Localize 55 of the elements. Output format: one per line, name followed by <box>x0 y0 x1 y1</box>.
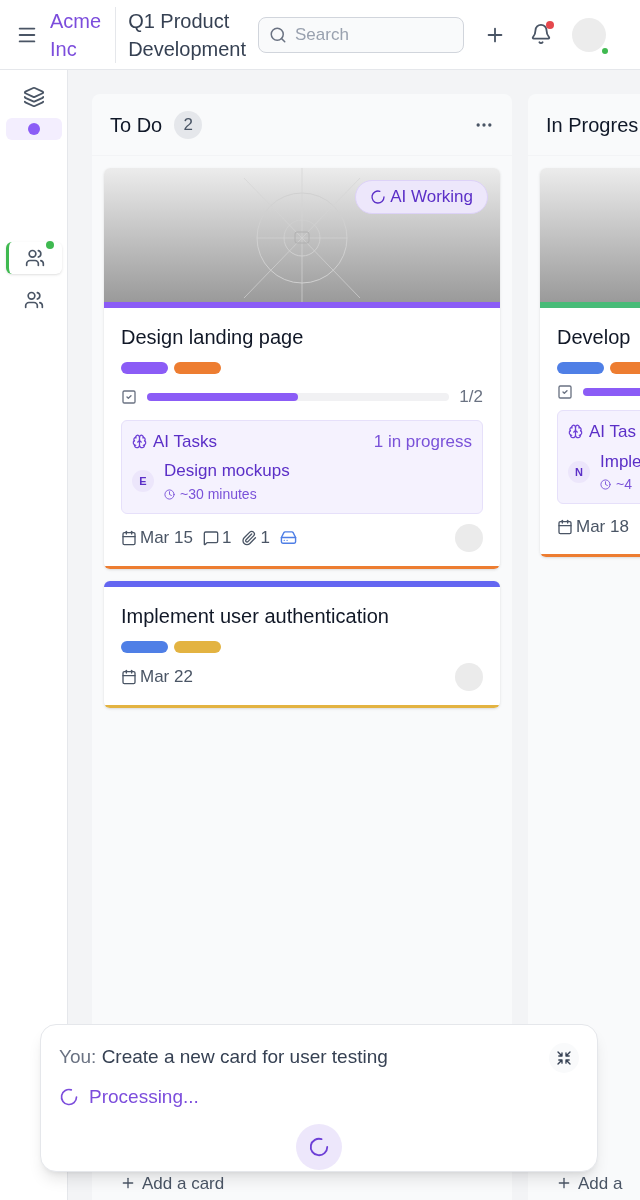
ai-working-badge: AI Working <box>355 180 488 214</box>
ai-task-name: Design mockups <box>164 460 290 482</box>
loading-indicator <box>296 1123 342 1170</box>
search-input[interactable]: Search <box>294 21 453 48</box>
paperclip-icon <box>241 529 258 546</box>
add-card-button[interactable]: Add a <box>528 1170 640 1200</box>
checklist-icon <box>121 388 137 405</box>
ai-task-name: Imple <box>600 450 640 473</box>
layers-icon[interactable] <box>22 86 45 108</box>
card-count: 2 <box>174 110 203 139</box>
due-date: Mar 15 <box>140 526 193 549</box>
card-title: Implement user authentication <box>121 603 390 629</box>
search-icon <box>268 25 287 44</box>
spinner-icon <box>370 188 387 205</box>
processing-status: Processing... <box>89 1085 199 1109</box>
comment-icon <box>202 529 219 546</box>
user-message: You: Create a new card for user testing <box>59 1045 388 1069</box>
add-card-button[interactable]: Add a card <box>92 1170 512 1200</box>
card-title: Develop <box>557 325 632 350</box>
due-date: Mar 22 <box>140 665 193 688</box>
ai-task-eta: ~4 <box>616 475 632 494</box>
checklist-icon <box>557 384 573 400</box>
project-title: Q1 Product Development <box>128 8 246 62</box>
clock-icon <box>600 479 611 490</box>
collapse-icon <box>556 1050 572 1066</box>
comment-count: 1 <box>221 526 232 549</box>
assignee-avatar: N <box>568 460 590 483</box>
assignee-avatar: E <box>132 470 154 493</box>
column-title: To Do <box>110 112 163 138</box>
brain-icon <box>568 424 583 440</box>
board-item[interactable] <box>5 118 62 140</box>
card-title: Design landing page <box>121 325 305 350</box>
checklist-count: 1/2 <box>459 386 483 408</box>
calendar-icon <box>121 668 137 685</box>
notifications-button[interactable] <box>529 22 554 47</box>
task-card[interactable]: Implement user authentication Mar 22 <box>104 580 500 708</box>
ai-status: 1 in progress <box>373 430 472 453</box>
collapse-button[interactable] <box>549 1043 579 1073</box>
brain-icon <box>132 433 147 449</box>
ai-tasks-title: AI Tasks <box>153 430 217 453</box>
calendar-icon <box>557 518 573 535</box>
task-card[interactable]: AI Working Design landing page 1/2 AI Tasks 1 in progress E Design mockups ~30 minutes Mar 15 1 1 <box>104 168 500 569</box>
clock-icon <box>164 488 175 500</box>
search-field[interactable]: Search <box>257 16 464 53</box>
task-card[interactable]: Develop AI Tas N Imple ~4 Mar 18 <box>540 168 640 557</box>
brand-name[interactable]: Acme Inc <box>50 6 117 63</box>
people-icon <box>23 290 44 310</box>
people-icon <box>25 248 45 268</box>
calendar-icon <box>121 529 137 546</box>
ai-tasks-title: AI Tas <box>589 421 636 443</box>
column-title: In Progres <box>546 112 639 138</box>
spinner-icon <box>59 1087 79 1108</box>
ai-task-eta: ~30 minutes <box>180 484 257 504</box>
attachment-count: 1 <box>260 526 270 549</box>
due-date: Mar 18 <box>576 516 629 538</box>
